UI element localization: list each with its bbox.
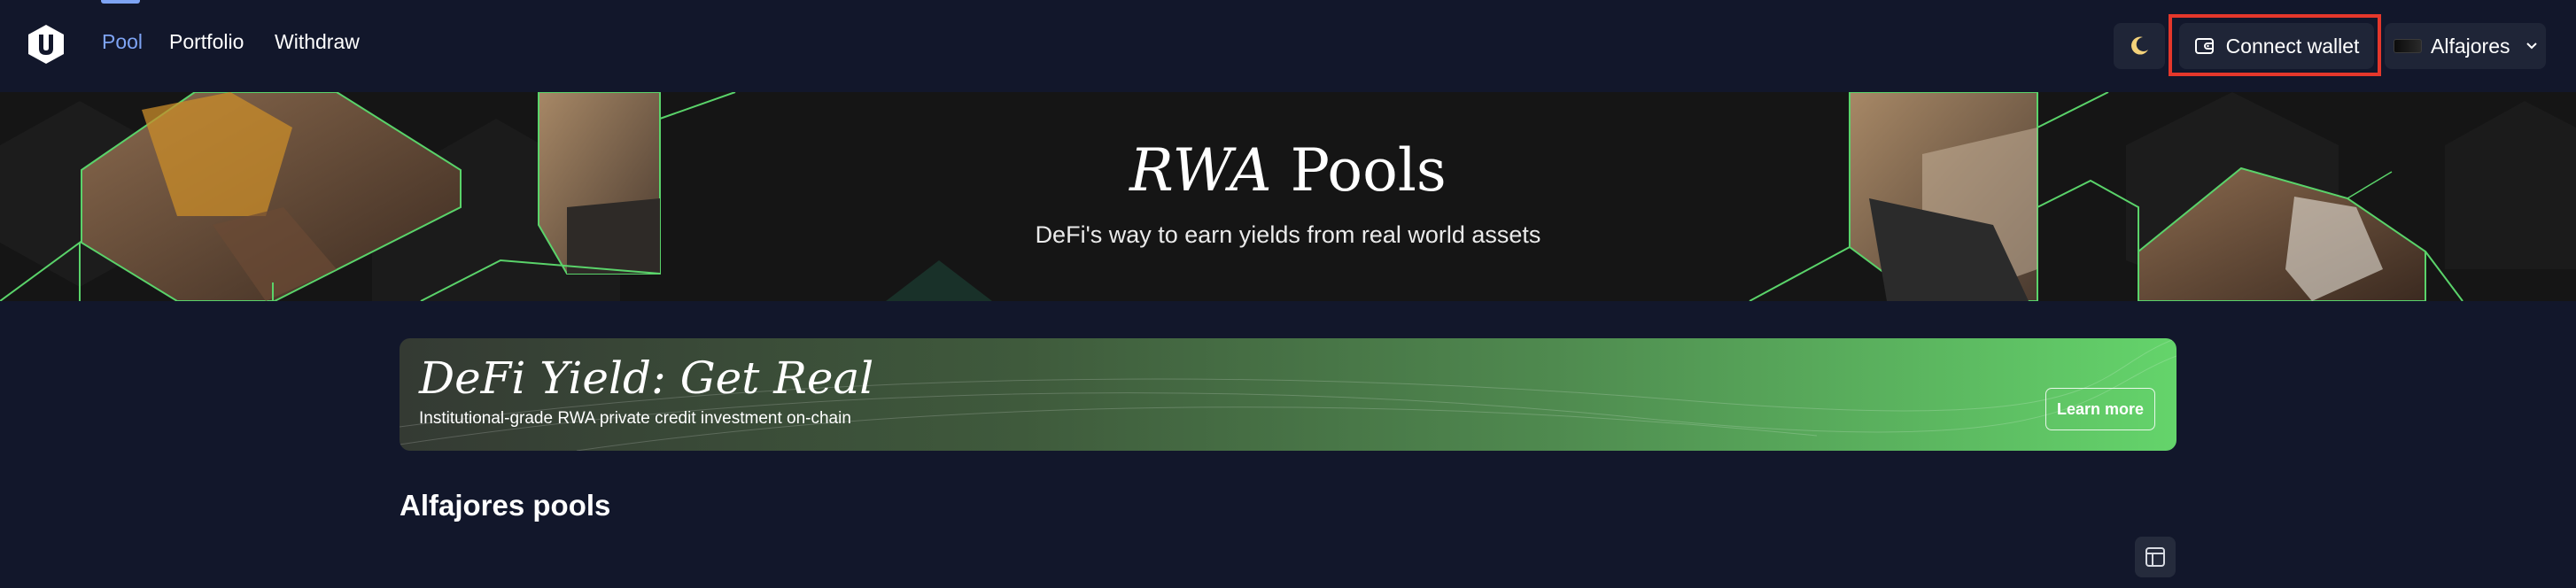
pools-section-title: Alfajores pools bbox=[400, 489, 611, 522]
wallet-icon bbox=[2194, 38, 2214, 54]
view-toggle-button[interactable] bbox=[2135, 537, 2176, 577]
nav-link-withdraw[interactable]: Withdraw bbox=[275, 30, 360, 54]
nav-link-pool[interactable]: Pool bbox=[102, 30, 143, 54]
table-layout-icon bbox=[2145, 547, 2165, 567]
active-tab-indicator bbox=[101, 0, 140, 4]
nav-link-portfolio[interactable]: Portfolio bbox=[169, 30, 244, 54]
connect-wallet-label: Connect wallet bbox=[2225, 34, 2360, 58]
promo-title: DeFi Yield: Get Real bbox=[419, 352, 874, 404]
network-label: Alfajores bbox=[2431, 34, 2510, 58]
hero-banner: RWA Pools DeFi's way to earn yields from… bbox=[0, 92, 2576, 301]
hero-title: RWA Pools bbox=[0, 136, 2576, 205]
learn-more-button[interactable]: Learn more bbox=[2045, 388, 2155, 430]
network-logo-icon bbox=[2394, 39, 2422, 53]
app-logo-icon[interactable] bbox=[27, 23, 66, 66]
hero-title-rest: Pools bbox=[1271, 136, 1447, 205]
moon-icon bbox=[2131, 36, 2148, 55]
hero-subtitle: DeFi's way to earn yields from real worl… bbox=[1035, 221, 1541, 248]
promo-banner: DeFi Yield: Get Real Institutional-grade… bbox=[400, 338, 2176, 451]
top-navigation-bar: Pool Portfolio Withdraw Connect wallet A… bbox=[0, 0, 2576, 92]
theme-toggle-button[interactable] bbox=[2114, 23, 2165, 69]
network-selector[interactable]: Alfajores bbox=[2385, 23, 2546, 69]
connect-wallet-button[interactable]: Connect wallet bbox=[2179, 23, 2374, 69]
promo-subtitle: Institutional-grade RWA private credit i… bbox=[419, 409, 851, 428]
chevron-down-icon bbox=[2526, 43, 2538, 50]
hero-title-italic: RWA bbox=[1129, 136, 1272, 205]
